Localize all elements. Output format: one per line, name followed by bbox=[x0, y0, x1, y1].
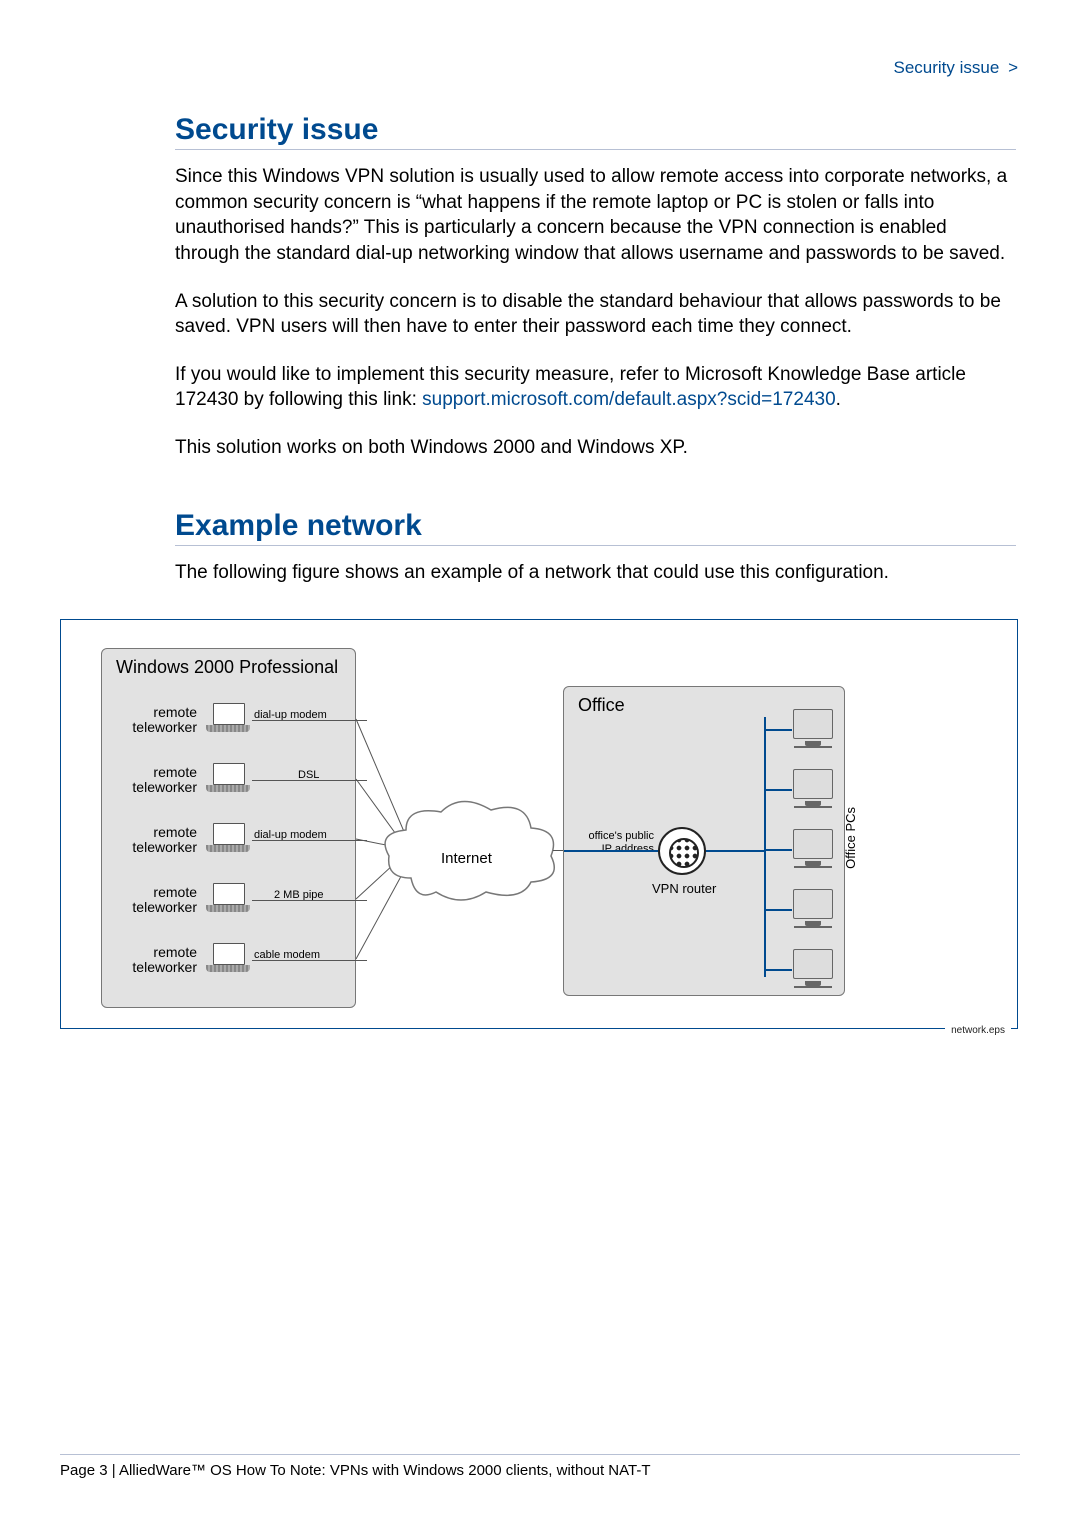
laptop-icon bbox=[206, 943, 250, 973]
teleworker-label: remoteteleworker bbox=[107, 885, 197, 914]
pc-icon bbox=[792, 949, 834, 991]
cloud-label: Internet bbox=[441, 850, 492, 867]
teleworker-label: remoteteleworker bbox=[107, 825, 197, 854]
main-content: Security issue Since this Windows VPN so… bbox=[60, 113, 1020, 585]
teleworker-label: remoteteleworker bbox=[107, 765, 197, 794]
pc-icon bbox=[792, 769, 834, 811]
paragraph: If you would like to implement this secu… bbox=[175, 362, 1016, 413]
heading-example-network: Example network bbox=[175, 509, 1016, 546]
win2000-title: Windows 2000 Professional bbox=[116, 657, 338, 678]
laptop-icon bbox=[206, 823, 250, 853]
teleworker-row: remoteteleworker dial-up modem bbox=[102, 697, 357, 752]
paragraph: Since this Windows VPN solution is usual… bbox=[175, 164, 1016, 267]
connection-line bbox=[252, 840, 367, 841]
page-footer: Page 3 | AlliedWare™ OS How To Note: VPN… bbox=[60, 1462, 651, 1479]
teleworker-label: remoteteleworker bbox=[107, 945, 197, 974]
page-header: Security issue > bbox=[60, 58, 1020, 78]
teleworker-row: remoteteleworker DSL bbox=[102, 757, 357, 812]
text-run: . bbox=[836, 389, 841, 410]
teleworker-label: remoteteleworker bbox=[107, 705, 197, 734]
vpn-router-icon bbox=[658, 827, 706, 875]
figure-filename: network.eps bbox=[945, 1025, 1011, 1036]
pc-icon bbox=[792, 709, 834, 751]
connection-line bbox=[252, 900, 367, 901]
connection-line bbox=[252, 960, 367, 961]
breadcrumb: Security issue bbox=[894, 58, 1000, 77]
laptop-icon bbox=[206, 883, 250, 913]
teleworker-row: remoteteleworker 2 MB pipe bbox=[102, 877, 357, 932]
teleworker-row: remoteteleworker cable modem bbox=[102, 937, 357, 992]
office-pcs-label: Office PCs bbox=[843, 807, 858, 869]
internet-cloud: Internet bbox=[381, 798, 561, 908]
footer-rule bbox=[60, 1454, 1020, 1455]
vpn-router-label: VPN router bbox=[652, 881, 716, 896]
kb-link[interactable]: support.microsoft.com/default.aspx?scid=… bbox=[422, 389, 835, 410]
laptop-icon bbox=[206, 703, 250, 733]
network-diagram: Windows 2000 Professional remotetelework… bbox=[60, 619, 1018, 1029]
teleworker-row: remoteteleworker dial-up modem bbox=[102, 817, 357, 872]
paragraph: This solution works on both Windows 2000… bbox=[175, 435, 1016, 461]
paragraph: The following figure shows an example of… bbox=[175, 560, 1016, 586]
chevron-right-icon: > bbox=[1008, 58, 1018, 77]
laptop-icon bbox=[206, 763, 250, 793]
document-page: Security issue > Security issue Since th… bbox=[0, 0, 1080, 1527]
heading-security-issue: Security issue bbox=[175, 113, 1016, 150]
office-title: Office bbox=[578, 695, 625, 716]
pc-icon bbox=[792, 829, 834, 871]
win2000-box: Windows 2000 Professional remotetelework… bbox=[101, 648, 356, 1008]
connection-line bbox=[252, 720, 367, 721]
office-box: Office office's publicIP address VPN rou… bbox=[563, 686, 845, 996]
connection-line bbox=[252, 780, 367, 781]
paragraph: A solution to this security concern is t… bbox=[175, 289, 1016, 340]
pc-icon bbox=[792, 889, 834, 931]
